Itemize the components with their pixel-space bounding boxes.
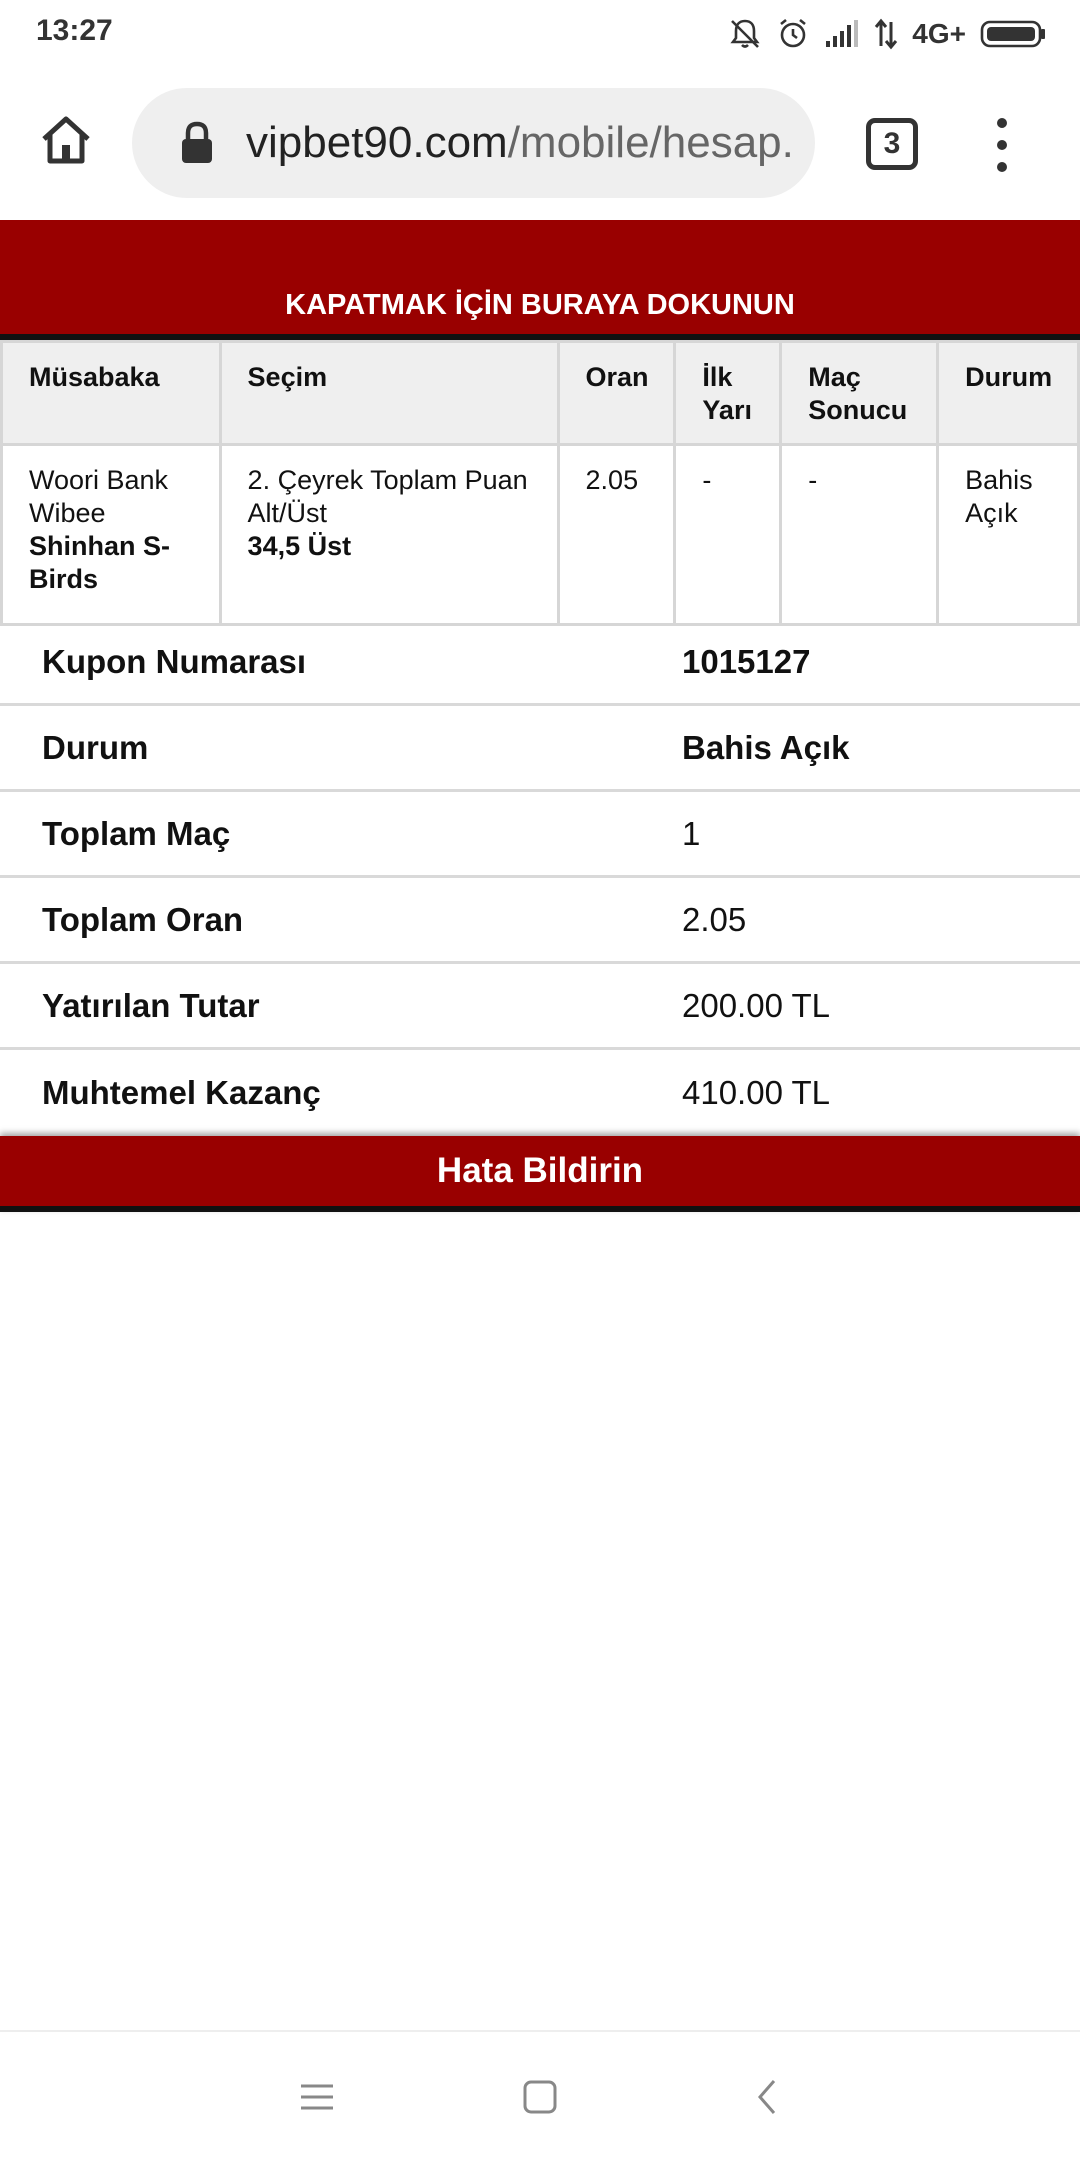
market-name: 2. Çeyrek Toplam Puan Alt/Üst bbox=[247, 465, 528, 528]
status-time: 13:27 bbox=[36, 14, 113, 47]
home-button[interactable] bbox=[36, 110, 96, 170]
home-nav-button[interactable] bbox=[515, 2072, 565, 2122]
report-error-button[interactable]: Hata Bildirin bbox=[0, 1136, 1080, 1212]
tab-count: 3 bbox=[883, 127, 901, 160]
header-match-result: Maç Sonucu bbox=[779, 340, 940, 446]
summary-value: Bahis Açık bbox=[682, 728, 850, 766]
network-type: 4G+ bbox=[912, 18, 966, 49]
url-text[interactable]: vipbet90.com/mobile/hesap. bbox=[246, 118, 794, 168]
summary-value: 1015127 bbox=[682, 642, 811, 680]
header-odds: Oran bbox=[556, 340, 677, 446]
summary-row-total-matches: Toplam Maç 1 bbox=[0, 792, 1080, 878]
close-banner-text: KAPATMAK İÇİN BURAYA DOKUNUN bbox=[285, 289, 795, 321]
cell-match-result: - bbox=[779, 443, 940, 626]
menu-lines-icon bbox=[301, 2084, 333, 2110]
more-menu-button[interactable] bbox=[990, 118, 1014, 172]
data-arrows-icon bbox=[875, 18, 898, 50]
summary-row-coupon-number: Kupon Numarası 1015127 bbox=[0, 620, 1080, 706]
header-status: Durum bbox=[936, 340, 1080, 446]
alarm-icon bbox=[780, 18, 807, 48]
mute-icon bbox=[730, 19, 760, 48]
report-error-label: Hata Bildirin bbox=[436, 1151, 644, 1190]
browser-toolbar: vipbet90.com/mobile/hesap. 3 bbox=[0, 66, 1080, 220]
close-banner[interactable]: KAPATMAK İÇİN BURAYA DOKUNUN bbox=[0, 220, 1080, 340]
back-nav-button[interactable] bbox=[742, 2072, 792, 2122]
url-bar[interactable]: vipbet90.com/mobile/hesap. bbox=[132, 88, 815, 198]
away-team: Shinhan S-Birds bbox=[29, 531, 170, 594]
header-match: Müsabaka bbox=[0, 340, 222, 446]
cell-first-half: - bbox=[673, 443, 783, 626]
status-icons: 4G+ bbox=[728, 14, 1046, 54]
summary-label: Yatırılan Tutar bbox=[42, 986, 260, 1024]
summary-label: Kupon Numarası bbox=[42, 642, 307, 680]
table-header-row: Müsabaka Seçim Oran İlk Yarı Maç Sonucu … bbox=[0, 340, 1080, 446]
url-path: /mobile/hesap. bbox=[507, 118, 794, 167]
summary-label: Durum bbox=[42, 728, 149, 766]
cell-odds: 2.05 bbox=[556, 443, 677, 626]
lock-icon bbox=[182, 121, 212, 163]
summary-row-status: Durum Bahis Açık bbox=[0, 706, 1080, 792]
cell-status: Bahis Açık bbox=[936, 443, 1080, 626]
coupon-summary: Kupon Numarası 1015127 Durum Bahis Açık … bbox=[0, 620, 1080, 1136]
summary-value: 1 bbox=[682, 814, 701, 852]
more-menu-icon bbox=[997, 118, 1007, 128]
cell-selection: 2. Çeyrek Toplam Puan Alt/Üst 34,5 Üst bbox=[218, 443, 560, 626]
url-domain: vipbet90.com bbox=[246, 118, 508, 167]
status-bar: 13:27 4G+ bbox=[0, 0, 1080, 66]
recent-apps-button[interactable] bbox=[292, 2072, 342, 2122]
cell-match: Woori Bank Wibee Shinhan S-Birds bbox=[0, 443, 222, 626]
home-icon bbox=[42, 116, 90, 164]
table-row: Woori Bank Wibee Shinhan S-Birds 2. Çeyr… bbox=[0, 443, 1080, 626]
summary-value: 410.00 TL bbox=[682, 1074, 831, 1111]
summary-row-stake: Yatırılan Tutar 200.00 TL bbox=[0, 964, 1080, 1050]
system-nav-bar bbox=[0, 2030, 1080, 2160]
bets-table: Müsabaka Seçim Oran İlk Yarı Maç Sonucu … bbox=[0, 340, 1080, 626]
home-team: Woori Bank Wibee bbox=[29, 465, 169, 528]
summary-label: Toplam Oran bbox=[42, 900, 244, 938]
back-chevron-icon bbox=[758, 2080, 776, 2114]
tabs-button[interactable]: 3 bbox=[866, 118, 918, 170]
summary-label: Muhtemel Kazanç bbox=[42, 1074, 321, 1111]
battery-icon bbox=[980, 20, 1045, 48]
square-home-icon bbox=[523, 2080, 557, 2114]
summary-value: 200.00 TL bbox=[682, 986, 831, 1024]
summary-row-total-odds: Toplam Oran 2.05 bbox=[0, 878, 1080, 964]
header-selection: Seçim bbox=[218, 340, 560, 446]
summary-row-potential-win: Muhtemel Kazanç 410.00 TL bbox=[0, 1050, 1080, 1136]
selection-value: 34,5 Üst bbox=[247, 531, 352, 561]
summary-value: 2.05 bbox=[682, 900, 747, 938]
signal-icon bbox=[826, 20, 859, 47]
summary-label: Toplam Maç bbox=[42, 814, 231, 852]
header-first-half: İlk Yarı bbox=[673, 340, 783, 446]
